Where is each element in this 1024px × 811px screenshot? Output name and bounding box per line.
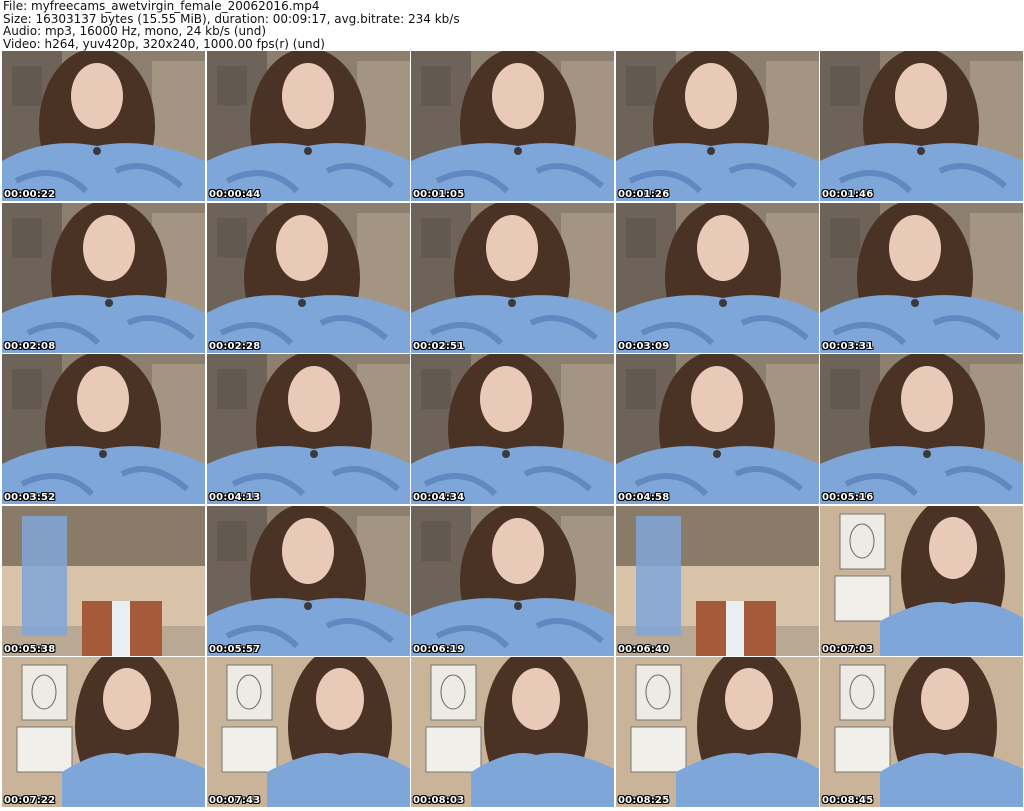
thumbnail-timestamp: 00:06:19 (413, 644, 465, 655)
thumbnail-timestamp: 00:02:51 (413, 341, 465, 352)
video-info-line: Video: h264, yuv420p, 320x240, 1000.00 f… (3, 36, 325, 51)
thumbnail-frame-image (820, 203, 1023, 353)
thumbnail-timestamp: 00:07:03 (822, 644, 874, 655)
thumbnail-frame-image (616, 354, 819, 504)
thumbnail-frame-image (616, 657, 819, 807)
thumbnail-timestamp: 00:08:25 (618, 795, 670, 806)
file-name-line: File: myfreecams_awetvirgin_female_20062… (3, 0, 320, 13)
video-thumbnail: 00:02:08 (2, 203, 205, 353)
thumbnail-frame-image (411, 51, 614, 201)
thumbnail-timestamp: 00:04:13 (209, 492, 261, 503)
video-thumbnail: 00:08:25 (616, 657, 819, 807)
thumbnail-frame-image (820, 657, 1023, 807)
video-thumbnail: 00:04:34 (411, 354, 614, 504)
video-thumbnail: 00:08:45 (820, 657, 1023, 807)
thumbnail-timestamp: 00:01:05 (413, 189, 465, 200)
video-thumbnail: 00:02:51 (411, 203, 614, 353)
thumbnail-timestamp: 00:08:45 (822, 795, 874, 806)
thumbnail-frame-image (207, 203, 410, 353)
video-thumbnail: 00:01:26 (616, 51, 819, 201)
video-thumbnail: 00:07:43 (207, 657, 410, 807)
video-thumbnail: 00:01:46 (820, 51, 1023, 201)
thumbnail-frame-image (207, 51, 410, 201)
thumbnail-timestamp: 00:03:31 (822, 341, 874, 352)
thumbnail-frame-image (820, 51, 1023, 201)
thumbnail-frame-image (411, 506, 614, 656)
video-thumbnail: 00:06:19 (411, 506, 614, 656)
thumbnail-frame-image (411, 354, 614, 504)
thumbnail-frame-image (411, 657, 614, 807)
file-info-header: File: myfreecams_awetvirgin_female_20062… (3, 0, 1019, 50)
video-thumbnail: 00:03:52 (2, 354, 205, 504)
thumbnail-frame-image (207, 657, 410, 807)
thumbnail-frame-image (820, 506, 1023, 656)
thumbnail-timestamp: 00:04:34 (413, 492, 465, 503)
thumbnail-frame-image (207, 506, 410, 656)
audio-info-line: Audio: mp3, 16000 Hz, mono, 24 kb/s (und… (3, 24, 267, 38)
thumbnail-timestamp: 00:06:40 (618, 644, 670, 655)
video-thumbnail: 00:06:40 (616, 506, 819, 656)
video-thumbnail: 00:05:38 (2, 506, 205, 656)
thumbnail-timestamp: 00:08:03 (413, 795, 465, 806)
thumbnail-timestamp: 00:01:26 (618, 189, 670, 200)
thumbnail-frame-image (207, 354, 410, 504)
thumbnail-timestamp: 00:05:57 (209, 644, 261, 655)
thumbnail-timestamp: 00:02:28 (209, 341, 261, 352)
thumbnail-timestamp: 00:00:22 (4, 189, 56, 200)
thumbnail-timestamp: 00:05:38 (4, 644, 56, 655)
thumbnail-timestamp: 00:03:52 (4, 492, 56, 503)
thumbnail-frame-image (616, 203, 819, 353)
thumbnail-frame-image (616, 506, 819, 656)
thumbnail-frame-image (616, 51, 819, 201)
thumbnail-timestamp: 00:04:58 (618, 492, 670, 503)
video-thumbnail: 00:02:28 (207, 203, 410, 353)
video-thumbnail: 00:04:58 (616, 354, 819, 504)
video-thumbnail: 00:05:57 (207, 506, 410, 656)
video-thumbnail: 00:00:44 (207, 51, 410, 201)
thumbnail-frame-image (820, 354, 1023, 504)
thumbnail-timestamp: 00:03:09 (618, 341, 670, 352)
thumbnail-timestamp: 00:07:22 (4, 795, 56, 806)
thumbnail-timestamp: 00:02:08 (4, 341, 56, 352)
thumbnail-grid: 00:00:22 00:00:44 00:01:05 00:01:26 00:0… (2, 51, 1023, 809)
thumbnail-timestamp: 00:00:44 (209, 189, 261, 200)
thumbnail-timestamp: 00:07:43 (209, 795, 261, 806)
thumbnail-frame-image (2, 657, 205, 807)
video-thumbnail: 00:05:16 (820, 354, 1023, 504)
video-thumbnail: 00:00:22 (2, 51, 205, 201)
video-thumbnail: 00:01:05 (411, 51, 614, 201)
thumbnail-frame-image (411, 203, 614, 353)
thumbnail-timestamp: 00:05:16 (822, 492, 874, 503)
thumbnail-frame-image (2, 51, 205, 201)
thumbnail-frame-image (2, 203, 205, 353)
thumbnail-timestamp: 00:01:46 (822, 189, 874, 200)
video-thumbnail: 00:07:03 (820, 506, 1023, 656)
video-thumbnail: 00:04:13 (207, 354, 410, 504)
thumbnail-frame-image (2, 506, 205, 656)
video-thumbnail: 00:08:03 (411, 657, 614, 807)
video-thumbnail: 00:03:09 (616, 203, 819, 353)
video-thumbnail: 00:07:22 (2, 657, 205, 807)
thumbnail-frame-image (2, 354, 205, 504)
video-thumbnail: 00:03:31 (820, 203, 1023, 353)
